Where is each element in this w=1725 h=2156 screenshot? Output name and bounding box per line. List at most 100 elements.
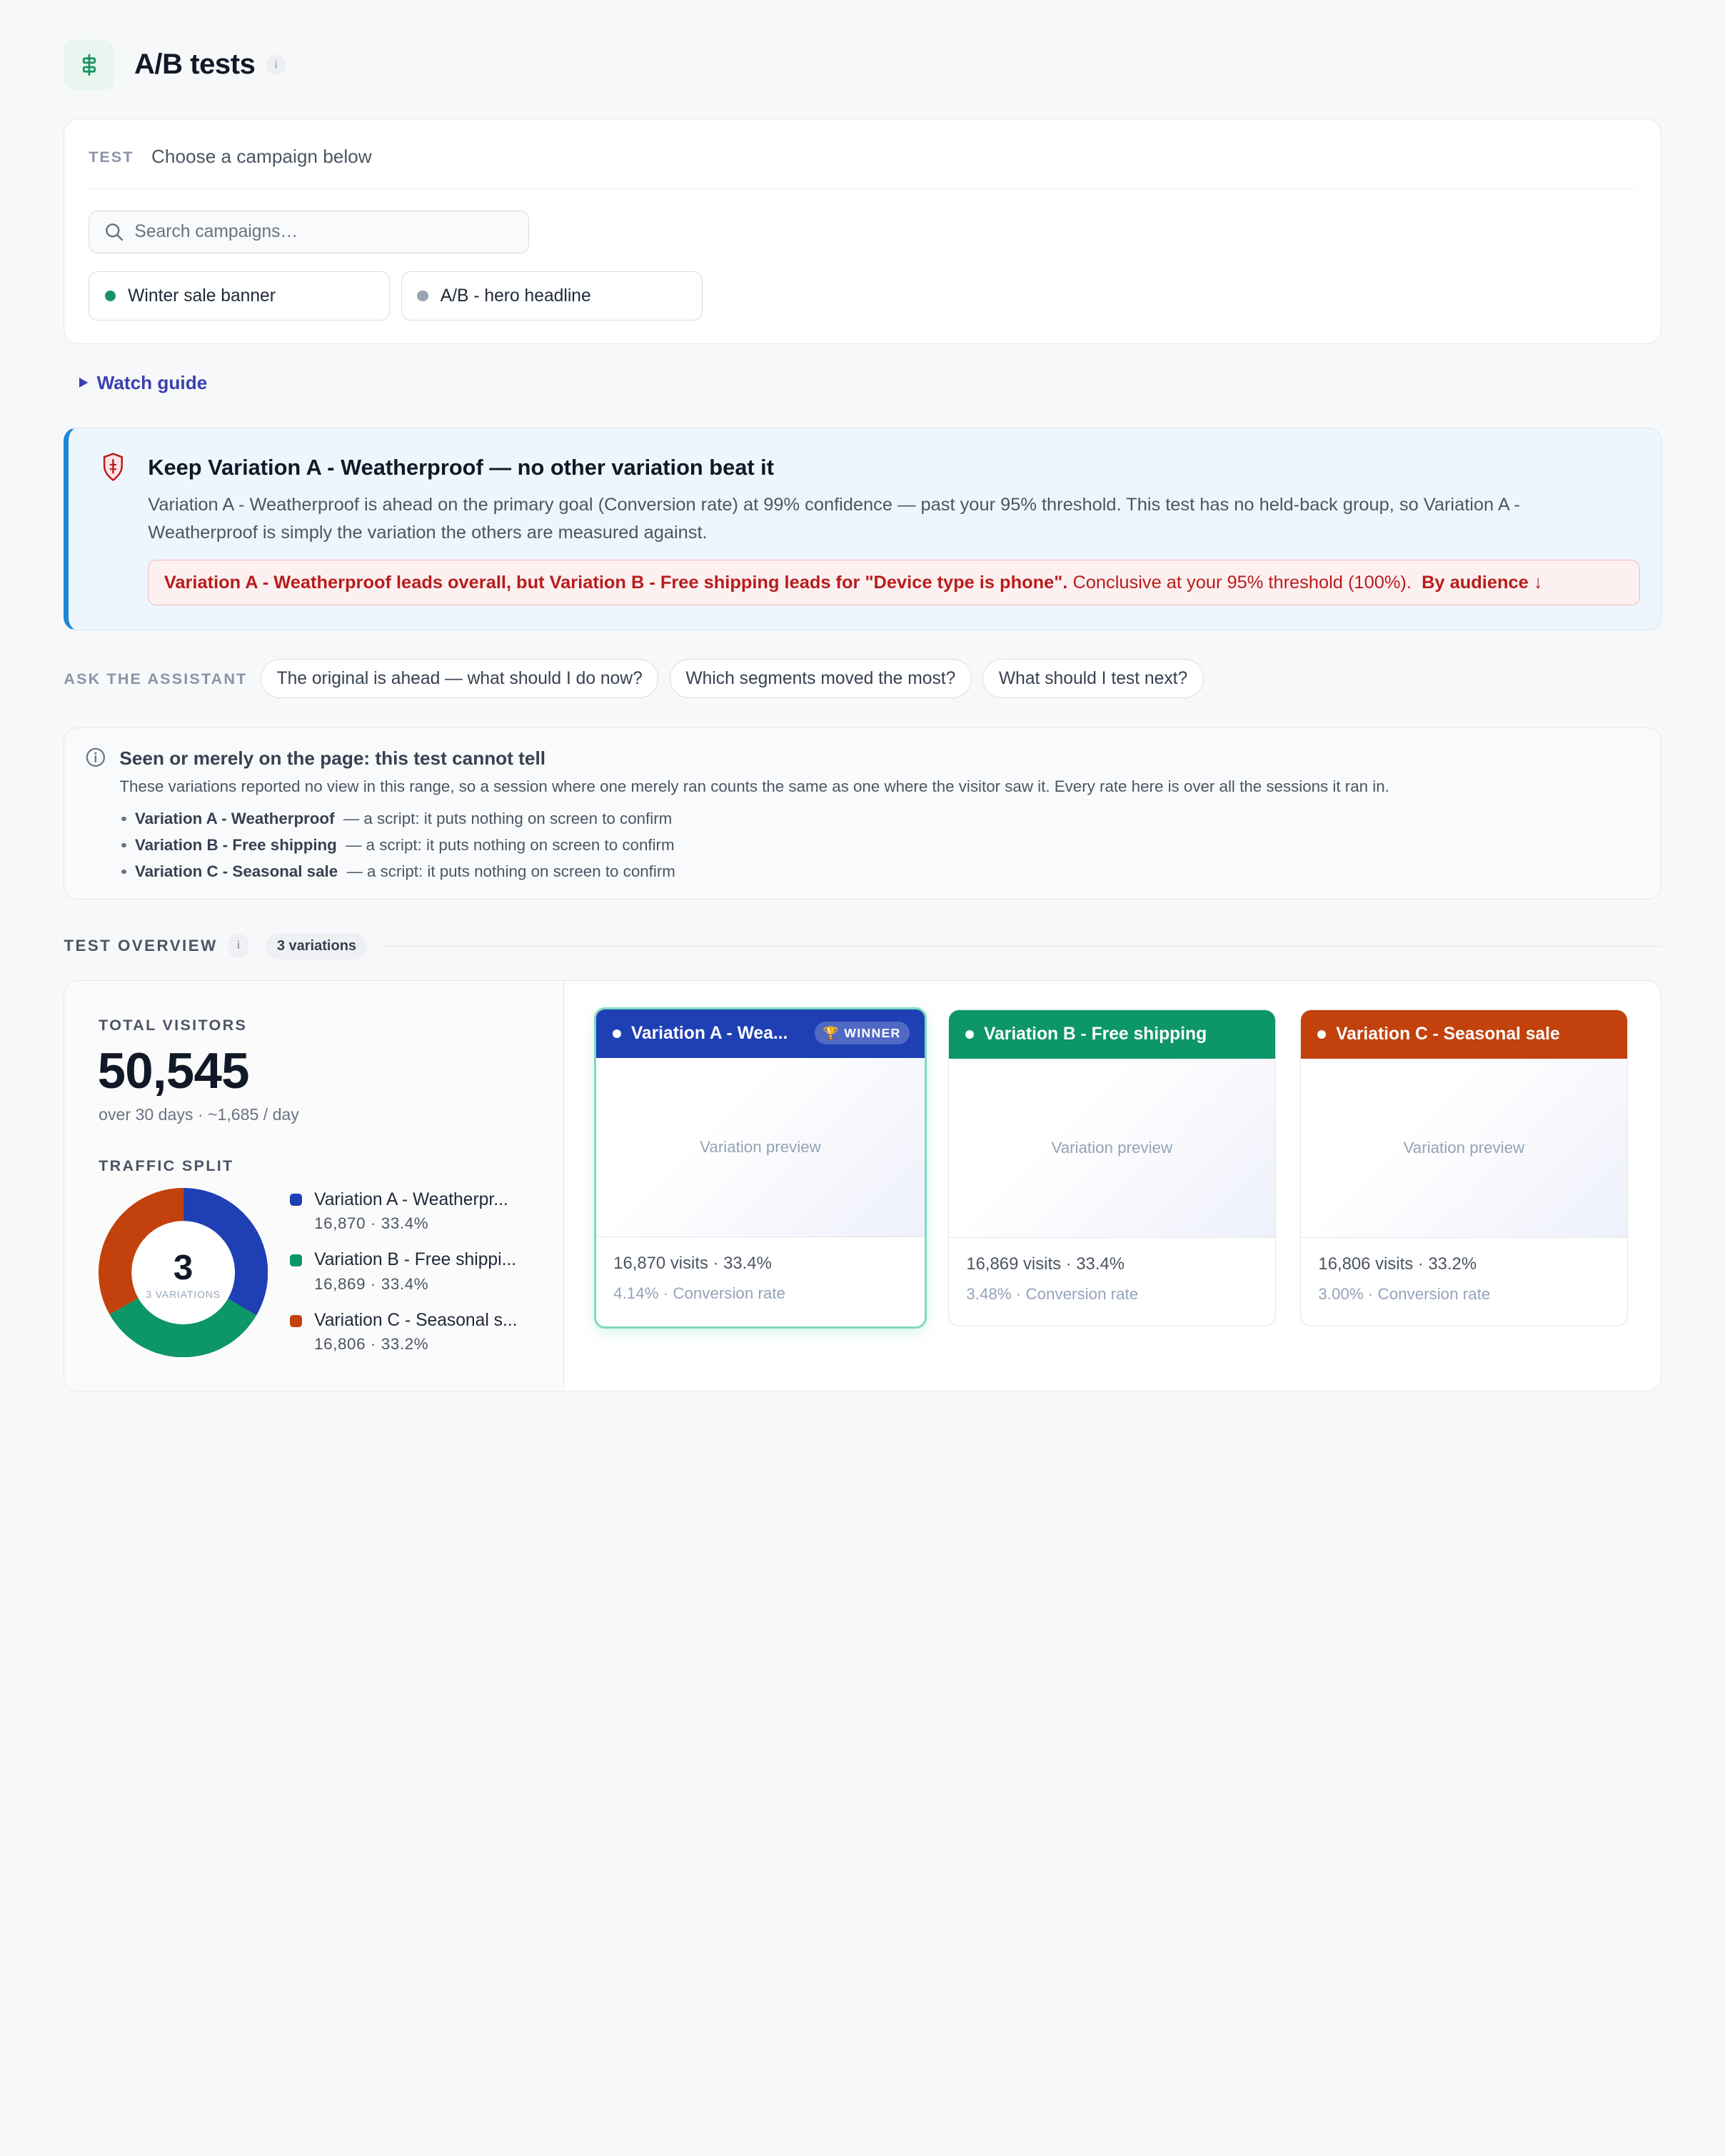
legend-stat: 16,806 · 33.2% — [314, 1335, 429, 1354]
assistant-prompt-button[interactable]: Which segments moved the most? — [669, 658, 972, 699]
play-triangle-icon — [79, 378, 89, 388]
search-placeholder: Search campaigns… — [134, 222, 298, 242]
donut-center-label: 3 VARIATIONS — [146, 1289, 221, 1300]
legend-swatch — [290, 1314, 303, 1327]
legend-name: Variation C - Seasonal s... — [314, 1311, 518, 1331]
watch-guide-label: Watch guide — [96, 371, 208, 393]
view-tracking-notice: Seen or merely on the page: this test ca… — [64, 727, 1661, 900]
info-icon[interactable]: i — [266, 55, 286, 75]
campaign-chip-winter-sale[interactable]: Winter sale banner — [89, 271, 391, 321]
winner-label: WINNER — [844, 1025, 901, 1040]
notice-body: These variations reported no view in thi… — [119, 777, 1389, 795]
traffic-split-donut: 3 3 VARIATIONS — [99, 1187, 268, 1357]
notice-list: Variation A - Weatherproof — a script: it… — [121, 806, 675, 885]
page-header: A/B tests i — [64, 39, 286, 91]
status-dot-icon — [965, 1029, 975, 1039]
assistant-prompt-button[interactable]: The original is ahead — what should I do… — [260, 658, 659, 699]
variation-header: Variation B - Free shipping — [948, 1010, 1275, 1059]
test-label: TEST — [89, 147, 134, 166]
status-dot-icon — [104, 291, 116, 302]
assistant-prompts: ASK THE ASSISTANT The original is ahead … — [64, 658, 1204, 699]
variation-visits: 16,870 visits · 33.4% — [613, 1253, 772, 1273]
variation-name: Variation B - Free shipping — [134, 836, 337, 855]
shield-icon — [102, 453, 124, 486]
list-item: Variation B - Free shipping — a script: i… — [121, 832, 675, 859]
variation-header: Variation C - Seasonal sale — [1300, 1010, 1627, 1059]
variation-name: Variation A - Weatherproof — [134, 810, 335, 828]
status-dot-icon — [417, 291, 428, 302]
variations-count-badge: 3 variations — [266, 932, 368, 959]
list-item: Variation C - Seasonal sale — a script: i… — [121, 859, 675, 885]
list-item: Variation A - Weatherproof — a script: it… — [121, 806, 675, 832]
status-dot-icon — [612, 1029, 621, 1038]
total-visitors-label: TOTAL VISITORS — [99, 1016, 248, 1034]
variation-visits: 16,869 visits · 33.4% — [966, 1254, 1125, 1274]
variation-card-b[interactable]: Variation B - Free shipping Variation pr… — [947, 1009, 1276, 1326]
by-audience-link[interactable]: By audience ↓ — [1422, 573, 1542, 593]
recommendation-title: Keep Variation A - Weatherproof — no oth… — [148, 455, 774, 480]
traffic-summary: TOTAL VISITORS 50,545 over 30 days · ~1,… — [64, 980, 564, 1391]
test-picker-card: TEST Choose a campaign below Search camp… — [64, 119, 1661, 345]
recommendation-banner: Keep Variation A - Weatherproof — no oth… — [64, 428, 1661, 630]
notice-title: Seen or merely on the page: this test ca… — [119, 747, 546, 770]
campaign-name: A/B - hero headline — [440, 286, 591, 306]
divider — [89, 188, 1636, 190]
test-selector[interactable]: TEST Choose a campaign below — [89, 146, 371, 168]
legend-swatch — [290, 1194, 303, 1207]
test-value: Choose a campaign below — [151, 146, 372, 168]
overview-header: TEST OVERVIEW i 3 variations — [64, 932, 1661, 959]
donut-center-value: 3 — [173, 1248, 193, 1287]
info-circle-icon — [86, 747, 106, 772]
variation-visits: 16,806 visits · 33.2% — [1318, 1254, 1477, 1274]
variation-name: Variation C - Seasonal sale — [134, 862, 338, 881]
trophy-icon: 🏆 — [823, 1025, 840, 1040]
search-icon — [105, 223, 123, 241]
variation-preview[interactable]: Variation preview — [948, 1058, 1275, 1238]
overview-card: TOTAL VISITORS 50,545 over 30 days · ~1,… — [64, 979, 1661, 1392]
assistant-label: ASK THE ASSISTANT — [64, 669, 248, 687]
overview-label: TEST OVERVIEW — [64, 937, 218, 955]
variation-preview[interactable]: Variation preview — [595, 1057, 925, 1237]
legend-swatch — [290, 1254, 303, 1266]
variation-detail: — a script: it puts nothing on screen to… — [346, 836, 675, 855]
variation-card-c[interactable]: Variation C - Seasonal sale Variation pr… — [1299, 1009, 1628, 1326]
legend-name: Variation A - Weatherpr... — [314, 1189, 508, 1209]
winner-badge: 🏆 WINNER — [814, 1021, 910, 1045]
warning-bold-text: Variation A - Weatherproof leads overall… — [164, 572, 1068, 593]
traffic-legend: Variation A - Weatherpr... 16,870 · 33.4… — [290, 1190, 518, 1371]
variation-title: Variation A - Wea... — [630, 1023, 788, 1043]
variation-conversion-rate: 4.14% · Conversion rate — [613, 1284, 785, 1303]
traffic-split-label: TRAFFIC SPLIT — [99, 1157, 234, 1175]
campaign-name: Winter sale banner — [128, 286, 276, 306]
page: A/B tests i TEST Choose a campaign below… — [0, 0, 1725, 1399]
divider — [385, 945, 1661, 947]
legend-name: Variation B - Free shippi... — [314, 1250, 517, 1270]
ab-test-logo-icon — [64, 39, 115, 91]
total-visitors-value: 50,545 — [97, 1043, 250, 1100]
segment-warning: Variation A - Weatherproof leads overall… — [148, 559, 1640, 606]
variation-card-a[interactable]: Variation A - Wea... 🏆 WINNER Variation p… — [593, 1007, 927, 1329]
variation-preview[interactable]: Variation preview — [1300, 1058, 1627, 1238]
total-visitors-sub: over 30 days · ~1,685 / day — [99, 1105, 299, 1124]
variation-conversion-rate: 3.00% · Conversion rate — [1318, 1285, 1491, 1304]
campaign-chip-hero-headline[interactable]: A/B - hero headline — [401, 271, 703, 321]
variation-title: Variation B - Free shipping — [983, 1024, 1207, 1044]
info-icon[interactable]: i — [228, 934, 248, 959]
variation-detail: — a script: it puts nothing on screen to… — [346, 862, 675, 881]
legend-item: Variation B - Free shippi... 16,869 · 33… — [290, 1250, 517, 1311]
legend-item: Variation C - Seasonal s... 16,806 · 33.… — [290, 1311, 518, 1371]
search-input[interactable]: Search campaigns… — [89, 211, 529, 254]
legend-stat: 16,869 · 33.4% — [314, 1274, 429, 1293]
variation-header: Variation A - Wea... 🏆 WINNER — [595, 1009, 925, 1058]
variation-conversion-rate: 3.48% · Conversion rate — [966, 1285, 1139, 1304]
variation-detail: — a script: it puts nothing on screen to… — [343, 810, 673, 828]
assistant-prompt-button[interactable]: What should I test next? — [982, 658, 1204, 699]
legend-item: Variation A - Weatherpr... 16,870 · 33.4… — [290, 1190, 517, 1251]
warning-text: Conclusive at your 95% threshold (100%). — [1072, 572, 1412, 593]
variation-title: Variation C - Seasonal sale — [1336, 1024, 1560, 1044]
watch-guide-link[interactable]: Watch guide — [79, 372, 207, 394]
recommendation-body: Variation A - Weatherproof is ahead on t… — [148, 495, 1520, 543]
page-title: A/B tests — [134, 49, 256, 81]
status-dot-icon — [1317, 1029, 1327, 1039]
legend-stat: 16,870 · 33.4% — [314, 1214, 429, 1232]
